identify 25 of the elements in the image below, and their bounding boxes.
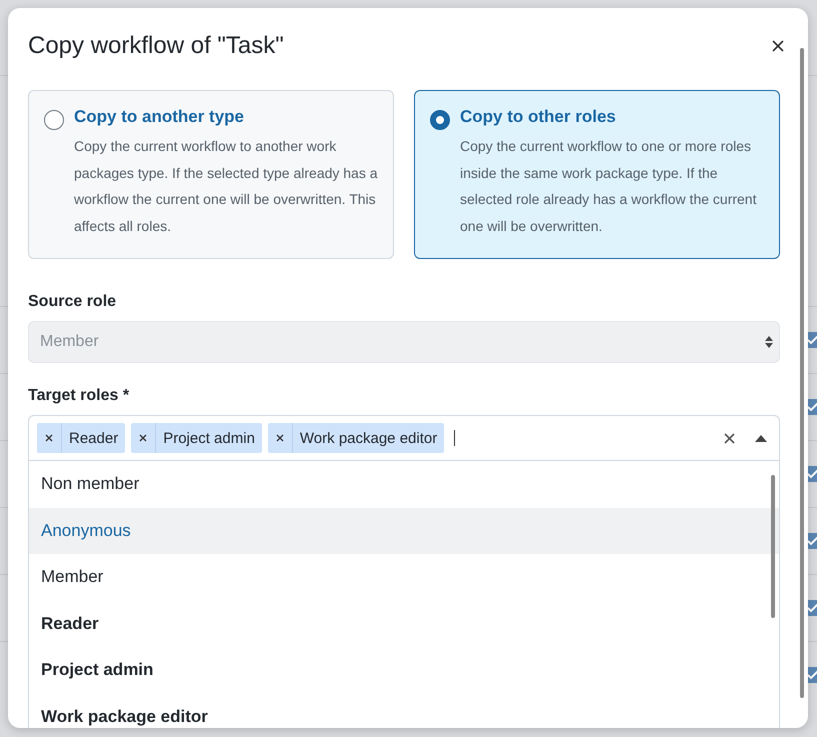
- option-title: Copy to another type: [74, 107, 246, 127]
- role-chip: Work package editor: [268, 423, 444, 453]
- scrollbar[interactable]: [800, 48, 804, 698]
- field-label: Target roles *: [28, 387, 130, 405]
- role-chip: Reader: [37, 423, 126, 453]
- option-card[interactable]: Copy to other roles Copy the current workflow to one or more roles inside the same work package type. If the selected role already has a workflow the current one will be overwritten.: [414, 90, 780, 259]
- field-label: Source role: [28, 293, 118, 311]
- role-chip: Project admin: [131, 423, 262, 453]
- dialog-title: Copy workflow of "Task": [28, 32, 284, 60]
- text-cursor: [454, 430, 456, 446]
- option-card[interactable]: Copy to another type Copy the current workflow to another work packages type. If the selected type already has a workflow the current one will be overwritten. This affects all roles.: [28, 90, 394, 259]
- radio-button[interactable]: [430, 110, 450, 130]
- clear-icon[interactable]: [724, 432, 735, 444]
- option-title: Copy to other roles: [460, 107, 617, 127]
- radio-button[interactable]: [44, 110, 64, 130]
- remove-icon[interactable]: [276, 434, 284, 442]
- dropdown-option[interactable]: Anonymous: [29, 508, 779, 554]
- remove-icon[interactable]: [139, 434, 148, 442]
- target-roles-field[interactable]: Reader Project admin Work package editor: [28, 415, 780, 461]
- caret-up-icon[interactable]: [755, 434, 767, 442]
- scrollbar[interactable]: [771, 475, 775, 618]
- option-description: Copy the current workflow to one or more roles inside the same work package type. If the selected role already has a workflow the current one will be overwritten.: [460, 137, 758, 236]
- option-description: Copy the current workflow to another work packages type. If the selected type already has a workflow the current one will be overwritten. This affects all roles.: [74, 137, 379, 236]
- remove-icon[interactable]: [45, 434, 53, 442]
- sort-arrows-icon: [763, 335, 775, 349]
